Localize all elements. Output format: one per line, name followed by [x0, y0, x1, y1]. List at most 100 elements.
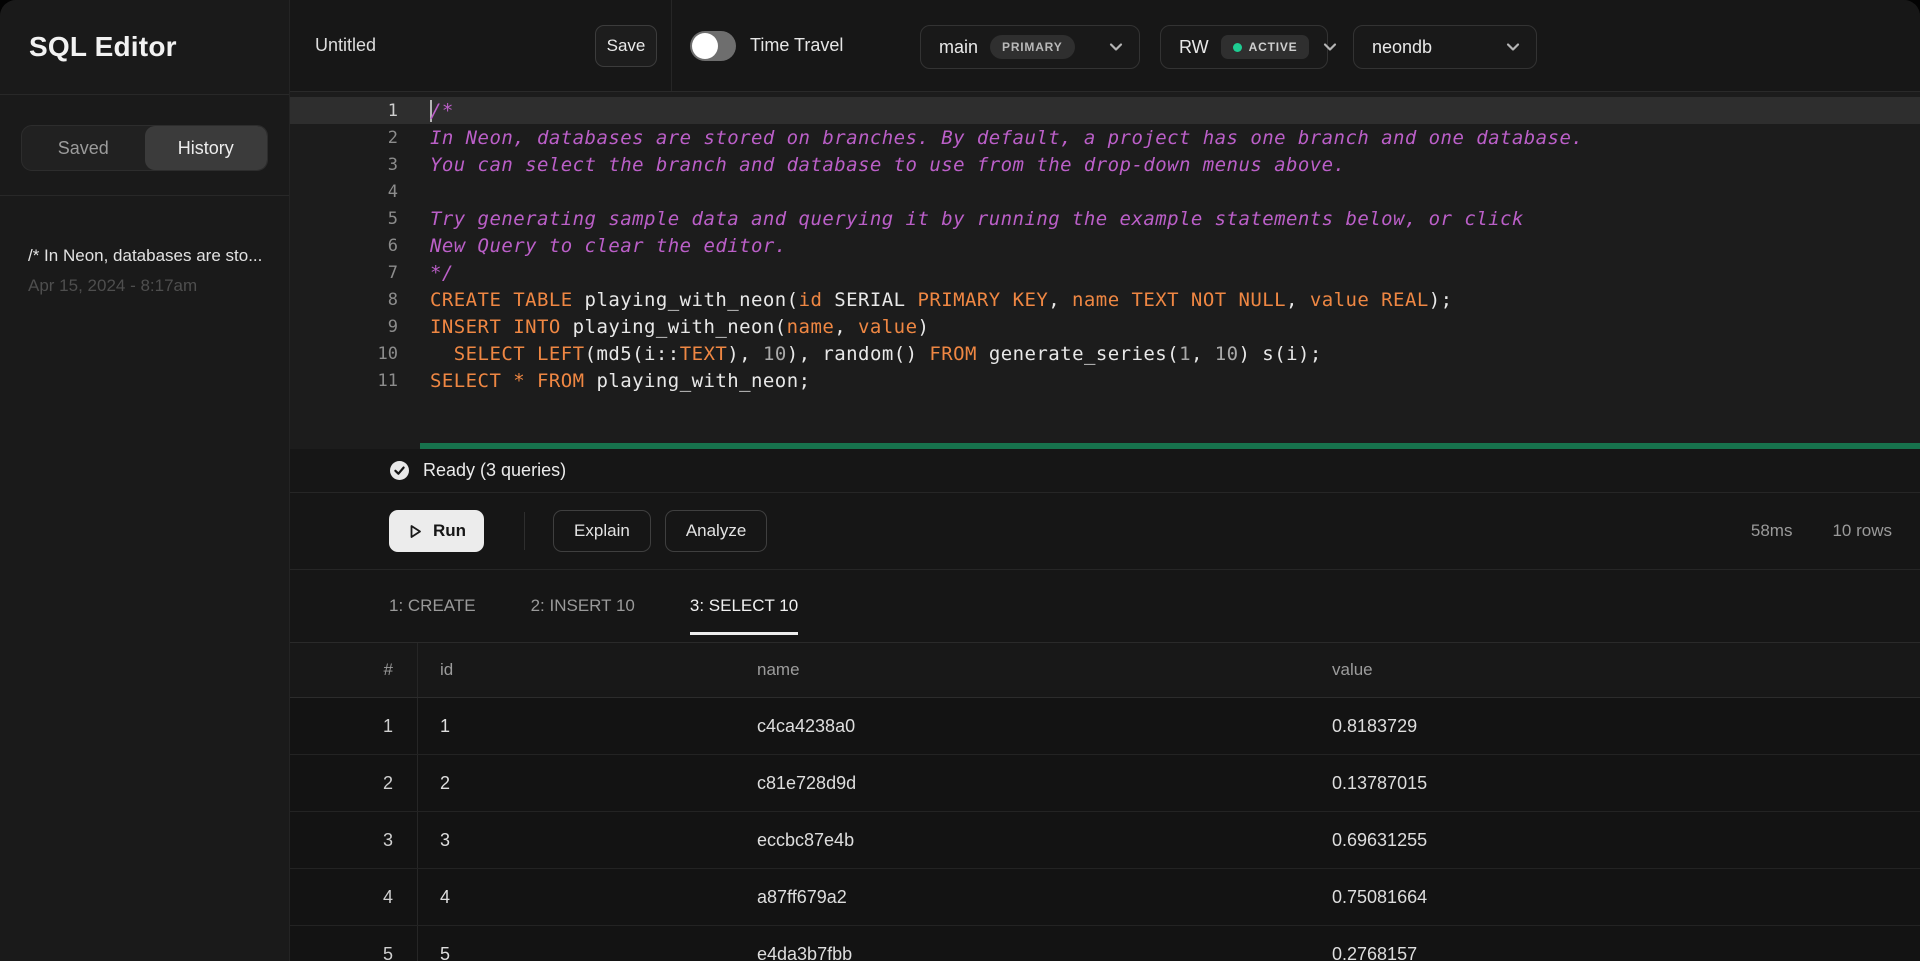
- explain-button[interactable]: Explain: [553, 510, 651, 552]
- column-header-value: value: [1310, 660, 1920, 680]
- analyze-button[interactable]: Analyze: [665, 510, 767, 552]
- toggle-knob-icon: [692, 33, 718, 59]
- cell-value: 0.8183729: [1310, 716, 1920, 737]
- database-name: neondb: [1372, 37, 1432, 58]
- line-number: 6: [290, 236, 420, 256]
- history-list: /* In Neon, databases are sto... Apr 15,…: [0, 196, 289, 296]
- code-line[interactable]: 11SELECT * FROM playing_with_neon;: [290, 367, 1920, 394]
- result-tab-2[interactable]: 2: INSERT 10: [531, 570, 635, 642]
- line-number: 10: [290, 344, 420, 364]
- cell-value: 0.2768157: [1310, 944, 1920, 961]
- code-line[interactable]: 7*/: [290, 259, 1920, 286]
- topbar-divider: [671, 0, 672, 91]
- compute-active-badge: ACTIVE: [1221, 35, 1310, 59]
- cell-id: 2: [418, 773, 735, 794]
- cell-id: 1: [418, 716, 735, 737]
- code-line[interactable]: 2In Neon, databases are stored on branch…: [290, 124, 1920, 151]
- cell-id: 4: [418, 887, 735, 908]
- tab-history[interactable]: History: [145, 126, 268, 170]
- code-text: */: [420, 262, 454, 284]
- cell-rank: 1: [290, 698, 418, 754]
- table-row: 33eccbc87e4b0.69631255: [290, 812, 1920, 869]
- sql-editor-app: SQL Editor Saved History /* In Neon, dat…: [0, 0, 1920, 961]
- chevron-down-icon: [1321, 38, 1339, 56]
- cell-name: eccbc87e4b: [735, 830, 1310, 851]
- query-metrics: 58ms 10 rows: [1751, 521, 1892, 541]
- status-text: Ready (3 queries): [423, 460, 566, 481]
- sql-code-editor[interactable]: 1/*2In Neon, databases are stored on bra…: [290, 92, 1920, 443]
- status-row: Ready (3 queries): [290, 449, 1920, 493]
- line-number: 9: [290, 317, 420, 337]
- sidebar-tabs-wrap: Saved History: [0, 95, 289, 196]
- branch-selector[interactable]: main PRIMARY: [920, 25, 1140, 69]
- cell-rank: 5: [290, 926, 418, 961]
- code-text: INSERT INTO playing_with_neon(name, valu…: [420, 316, 929, 338]
- sidebar: SQL Editor Saved History /* In Neon, dat…: [0, 0, 290, 961]
- code-line[interactable]: 8CREATE TABLE playing_with_neon(id SERIA…: [290, 286, 1920, 313]
- history-item-title: /* In Neon, databases are sto...: [28, 246, 261, 266]
- branch-primary-badge: PRIMARY: [990, 35, 1075, 59]
- column-header-name: name: [735, 660, 1310, 680]
- time-travel-label: Time Travel: [750, 0, 843, 91]
- cell-id: 5: [418, 944, 735, 961]
- column-header-rank: #: [290, 643, 418, 697]
- compute-selector[interactable]: RW ACTIVE: [1160, 25, 1328, 69]
- line-number: 7: [290, 263, 420, 283]
- database-selector[interactable]: neondb: [1353, 25, 1537, 69]
- tab-saved[interactable]: Saved: [22, 126, 145, 170]
- line-number: 3: [290, 155, 420, 175]
- column-header-id: id: [418, 660, 735, 680]
- chevron-down-icon: [1504, 38, 1522, 56]
- cell-value: 0.75081664: [1310, 887, 1920, 908]
- code-line[interactable]: 5Try generating sample data and querying…: [290, 205, 1920, 232]
- main-panel: Untitled Save Time Travel main PRIMARY R…: [290, 0, 1920, 961]
- code-line[interactable]: 1/*: [290, 97, 1920, 124]
- query-row-count: 10 rows: [1832, 521, 1892, 541]
- cell-rank: 2: [290, 755, 418, 811]
- result-tabs: 1: CREATE 2: INSERT 10 3: SELECT 10: [290, 570, 1920, 643]
- cell-name: e4da3b7fbb: [735, 944, 1310, 961]
- code-text: Try generating sample data and querying …: [420, 208, 1524, 230]
- code-line[interactable]: 3You can select the branch and database …: [290, 151, 1920, 178]
- result-tab-3[interactable]: 3: SELECT 10: [690, 570, 798, 642]
- save-button[interactable]: Save: [595, 25, 657, 67]
- query-duration: 58ms: [1751, 521, 1793, 541]
- code-line[interactable]: 4: [290, 178, 1920, 205]
- time-travel-toggle[interactable]: [690, 31, 736, 61]
- cell-name: c4ca4238a0: [735, 716, 1310, 737]
- table-row: 11c4ca4238a00.8183729: [290, 698, 1920, 755]
- topbar: Untitled Save Time Travel main PRIMARY R…: [290, 0, 1920, 92]
- play-icon: [407, 523, 424, 540]
- line-number: 1: [290, 101, 420, 121]
- ready-check-icon: [389, 460, 410, 481]
- actions-row: Run Explain Analyze 58ms 10 rows: [290, 493, 1920, 570]
- run-button[interactable]: Run: [389, 510, 484, 552]
- code-text: CREATE TABLE playing_with_neon(id SERIAL…: [420, 289, 1453, 311]
- code-line[interactable]: 6New Query to clear the editor.: [290, 232, 1920, 259]
- cell-value: 0.69631255: [1310, 830, 1920, 851]
- history-item-timestamp: Apr 15, 2024 - 8:17am: [28, 276, 261, 296]
- code-line[interactable]: 10 SELECT LEFT(md5(i::TEXT), 10), random…: [290, 340, 1920, 367]
- line-number: 5: [290, 209, 420, 229]
- cell-value: 0.13787015: [1310, 773, 1920, 794]
- code-text: New Query to clear the editor.: [420, 235, 787, 257]
- chevron-down-icon: [1107, 38, 1125, 56]
- line-number: 11: [290, 371, 420, 391]
- code-lines: 1/*2In Neon, databases are stored on bra…: [290, 97, 1920, 394]
- table-row: 22c81e728d9d0.13787015: [290, 755, 1920, 812]
- line-number: 2: [290, 128, 420, 148]
- compute-name: RW: [1179, 37, 1209, 58]
- branch-name: main: [939, 37, 978, 58]
- cell-name: c81e728d9d: [735, 773, 1310, 794]
- query-title: Untitled: [315, 0, 376, 91]
- cell-rank: 4: [290, 869, 418, 925]
- code-text: You can select the branch and database t…: [420, 154, 1345, 176]
- result-tab-1[interactable]: 1: CREATE: [389, 570, 476, 642]
- cell-rank: 3: [290, 812, 418, 868]
- actions-divider: [524, 512, 525, 550]
- cell-id: 3: [418, 830, 735, 851]
- history-item[interactable]: /* In Neon, databases are sto... Apr 15,…: [28, 246, 261, 296]
- table-row: 55e4da3b7fbb0.2768157: [290, 926, 1920, 961]
- code-line[interactable]: 9INSERT INTO playing_with_neon(name, val…: [290, 313, 1920, 340]
- page-title: SQL Editor: [29, 31, 177, 63]
